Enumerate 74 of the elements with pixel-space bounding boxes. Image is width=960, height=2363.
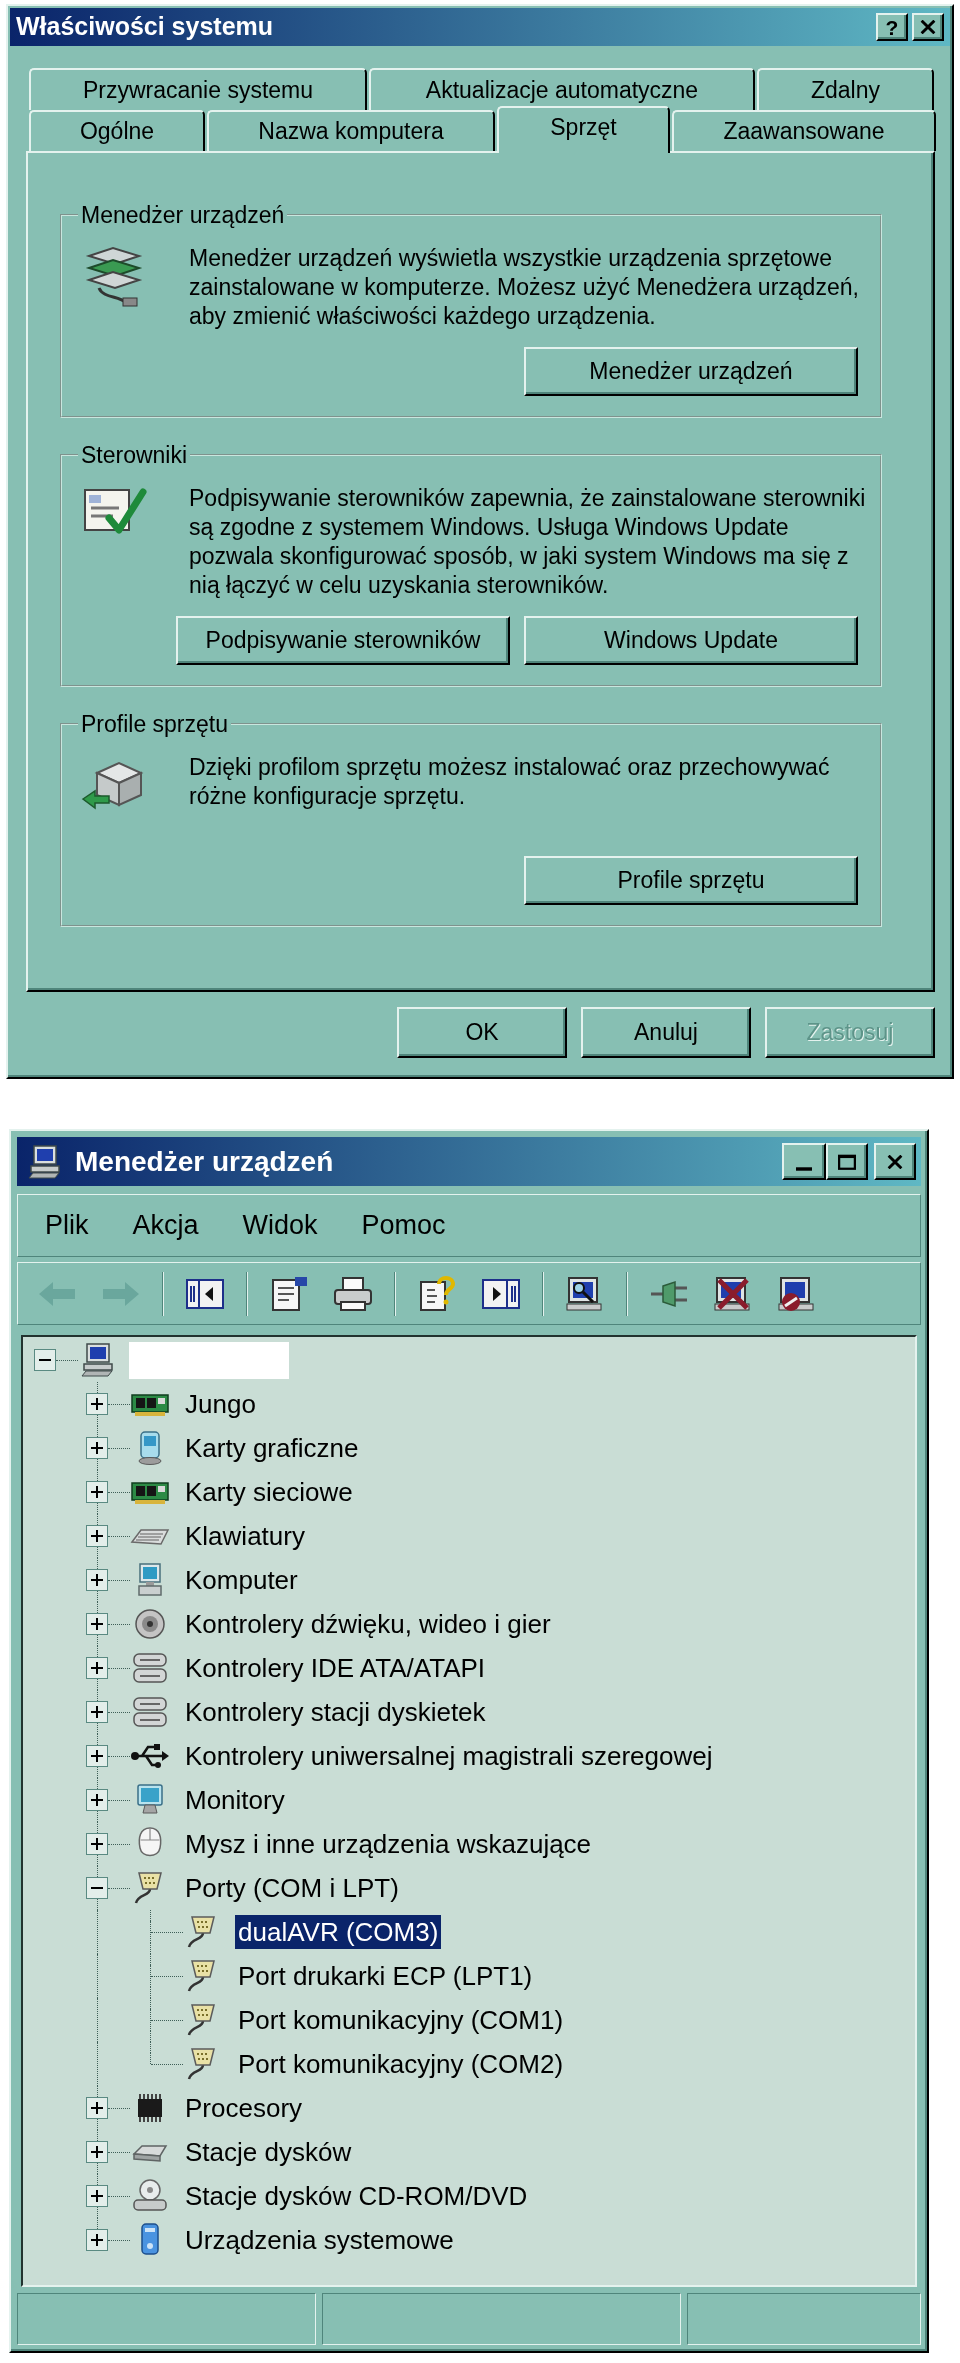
plus-box-icon[interactable] [86, 2185, 108, 2207]
device-manager-button[interactable]: Menedżer urządzeń [524, 347, 858, 396]
driver-signing-button[interactable]: Podpisywanie sterowników [176, 616, 510, 665]
group-description: Menedżer urządzeń wyświetla wszystkie urządzenia sprzętowe zainstalowane w komputerze. Możesz użyć Menedżera urządzeń, aby zmienić właściwości każdego urządzenia. [189, 244, 860, 331]
drive-stack-icon [130, 1694, 170, 1730]
minus-box-icon[interactable] [86, 1877, 108, 1899]
tree-item[interactable]: Port komunikacyjny (COM1) [235, 2003, 567, 2037]
minimize-button[interactable] [782, 1143, 826, 1180]
tab[interactable]: Zaawansowane [672, 110, 936, 151]
windows-update-button[interactable]: Windows Update [524, 616, 858, 665]
tree-item[interactable]: Karty graficzne [182, 1431, 362, 1465]
hardware-profiles-button[interactable]: Profile sprzętu [524, 856, 858, 905]
plus-box-icon[interactable] [86, 1701, 108, 1723]
cancel-button[interactable]: Anuluj [581, 1007, 751, 1058]
tree-item[interactable]: Komputer [182, 1563, 301, 1597]
cd-drive-icon [130, 2178, 170, 2214]
plus-box-icon[interactable] [86, 1393, 108, 1415]
tree-item[interactable]: Porty (COM i LPT) [182, 1871, 402, 1905]
tree-item[interactable]: Port drukarki ECP (LPT1) [235, 1959, 536, 1993]
window-title: Właściwości systemu [16, 11, 274, 43]
tree-item[interactable]: Karty sieciowe [182, 1475, 356, 1509]
tab[interactable]: Ogólne [29, 110, 205, 151]
tab[interactable]: Nazwa komputera [207, 110, 495, 151]
tab[interactable]: Sprzęt [497, 106, 670, 153]
menu-item[interactable]: Widok [242, 1205, 318, 1246]
menu-item[interactable]: Akcja [132, 1205, 199, 1246]
plus-box-icon[interactable] [86, 2141, 108, 2163]
tree-item[interactable]: Monitory [182, 1783, 288, 1817]
tree-item[interactable]: Urządzenia systemowe [182, 2223, 457, 2257]
close-icon [887, 1154, 903, 1169]
plus-box-icon[interactable] [86, 1833, 108, 1855]
tab[interactable]: Aktualizacje automatyczne [369, 68, 755, 110]
plus-box-icon[interactable] [86, 1789, 108, 1811]
plus-box-icon[interactable] [86, 2097, 108, 2119]
tree-item[interactable]: Kontrolery IDE ATA/ATAPI [182, 1651, 489, 1685]
plus-box-icon[interactable] [86, 1613, 108, 1635]
close-button[interactable] [874, 1143, 916, 1180]
maximize-button[interactable] [826, 1143, 868, 1180]
tree-item[interactable]: Procesory [182, 2091, 306, 2125]
tree-item[interactable]: Port komunikacyjny (COM2) [235, 2047, 567, 2081]
menu-item[interactable]: Pomoc [361, 1205, 446, 1246]
group-title: Sterowniki [80, 442, 189, 468]
plus-box-icon[interactable] [86, 1481, 108, 1503]
help-button[interactable]: ? [876, 13, 908, 41]
tree-item[interactable]: Jungo [182, 1387, 259, 1421]
close-icon [920, 20, 936, 34]
tree-item[interactable]: Kontrolery stacji dyskietek [182, 1695, 489, 1729]
plus-box-icon[interactable] [86, 1657, 108, 1679]
tree-item[interactable]: Mysz i inne urządzenia wskazujące [182, 1827, 595, 1861]
maximize-icon [838, 1153, 856, 1170]
window-title: Menedżer urządzeń [75, 1144, 334, 1179]
tree-item[interactable]: dualAVR (COM3) [235, 1915, 442, 1949]
tree-item[interactable]: Kontrolery uniwersalnej magistrali szeregowej [182, 1739, 716, 1773]
menu-item[interactable]: Plik [45, 1205, 89, 1246]
group-description: Podpisywanie sterowników zapewnia, że zainstalowane sterowniki są zgodne z systemem Windows. Usługa Windows Update pozwala skonfigurować sposób, w jaki system Windows ma się z nią łączyć w celu uzyskania sterowników. [189, 484, 867, 600]
tree-item[interactable]: Kontrolery dźwięku, wideo i gier [182, 1607, 554, 1641]
minus-box-icon[interactable] [34, 1349, 56, 1371]
drive-stack-icon [130, 1650, 170, 1686]
minimize-icon [796, 1167, 812, 1171]
plus-box-icon[interactable] [86, 1569, 108, 1591]
tab[interactable]: Zdalny [757, 68, 934, 110]
plus-box-icon[interactable] [86, 1437, 108, 1459]
tab[interactable]: Przywracanie systemu [29, 68, 367, 110]
group-title: Menedżer urządzeń [80, 202, 286, 228]
plus-box-icon[interactable] [86, 1525, 108, 1547]
tree-item[interactable]: Klawiatury [182, 1519, 308, 1553]
ok-button[interactable]: OK [397, 1007, 567, 1058]
plus-box-icon[interactable] [86, 2229, 108, 2251]
group-title: Profile sprzętu [80, 711, 229, 737]
tree-item[interactable]: Stacje dysków CD-ROM/DVD [182, 2179, 531, 2213]
group-description: Dzięki profilom sprzętu możesz instalować oraz przechowywać różne konfiguracje sprzętu. [189, 753, 831, 811]
close-button[interactable] [912, 13, 944, 41]
plus-box-icon[interactable] [86, 1745, 108, 1767]
tree-item[interactable]: Stacje dysków [182, 2135, 355, 2169]
